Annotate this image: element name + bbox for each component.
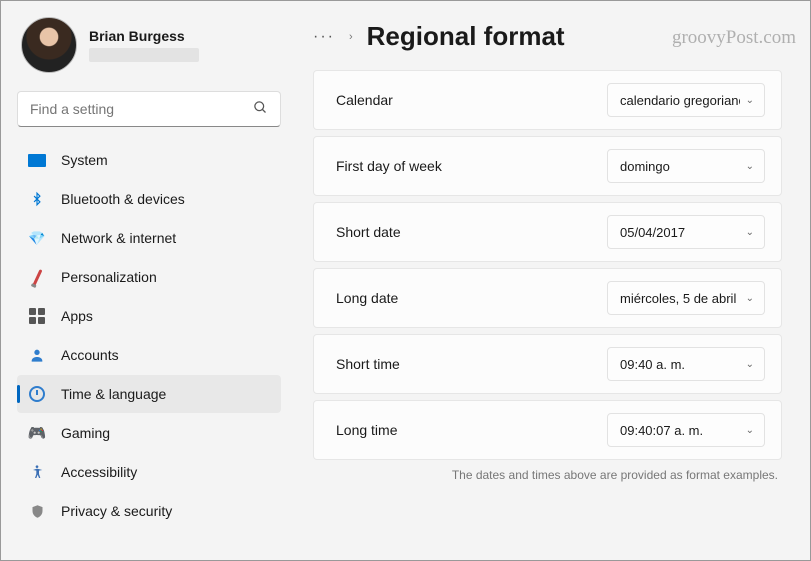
sidebar-item-privacy[interactable]: Privacy & security (17, 492, 281, 530)
setting-label: First day of week (336, 158, 442, 174)
bluetooth-icon (27, 189, 47, 209)
sidebar-item-label: Apps (61, 308, 93, 324)
setting-label: Short time (336, 356, 400, 372)
setting-row-short-date: Short date 05/04/2017 ⌄ (313, 202, 782, 262)
dropdown-value: miércoles, 5 de abril d (620, 291, 740, 306)
profile-email-redacted (89, 48, 199, 62)
sidebar-item-accounts[interactable]: Accounts (17, 336, 281, 374)
sidebar-item-label: System (61, 152, 108, 168)
accessibility-icon (27, 462, 47, 482)
breadcrumb-more-icon[interactable]: ··· (313, 28, 335, 46)
dropdown-value: 05/04/2017 (620, 225, 685, 240)
setting-label: Calendar (336, 92, 393, 108)
footnote-text: The dates and times above are provided a… (313, 468, 782, 482)
setting-label: Long date (336, 290, 398, 306)
long-date-dropdown[interactable]: miércoles, 5 de abril d ⌄ (607, 281, 765, 315)
setting-row-long-time: Long time 09:40:07 a. m. ⌄ (313, 400, 782, 460)
setting-row-short-time: Short time 09:40 a. m. ⌄ (313, 334, 782, 394)
sidebar-item-label: Accessibility (61, 464, 137, 480)
dropdown-value: domingo (620, 159, 670, 174)
system-icon (27, 150, 47, 170)
sidebar-item-label: Personalization (61, 269, 157, 285)
profile-block[interactable]: Brian Burgess (17, 17, 281, 73)
sidebar-item-label: Privacy & security (61, 503, 172, 519)
main-content: groovyPost.com ··· › Regional format Cal… (291, 1, 810, 560)
short-time-dropdown[interactable]: 09:40 a. m. ⌄ (607, 347, 765, 381)
setting-row-first-day: First day of week domingo ⌄ (313, 136, 782, 196)
chevron-down-icon: ⌄ (746, 227, 754, 238)
sidebar-item-gaming[interactable]: 🎮 Gaming (17, 414, 281, 452)
chevron-right-icon: › (349, 31, 353, 43)
sidebar-item-system[interactable]: System (17, 141, 281, 179)
long-time-dropdown[interactable]: 09:40:07 a. m. ⌄ (607, 413, 765, 447)
dropdown-value: 09:40 a. m. (620, 357, 685, 372)
sidebar-item-bluetooth[interactable]: Bluetooth & devices (17, 180, 281, 218)
nav-list: System Bluetooth & devices 💎 Network & i… (17, 141, 281, 530)
dropdown-value: calendario gregoriano (620, 93, 740, 108)
chevron-down-icon: ⌄ (746, 161, 754, 172)
sidebar-item-time-language[interactable]: Time & language (17, 375, 281, 413)
profile-name: Brian Burgess (89, 28, 199, 44)
sidebar-item-label: Accounts (61, 347, 119, 363)
first-day-dropdown[interactable]: domingo ⌄ (607, 149, 765, 183)
brush-icon (27, 267, 47, 287)
sidebar-item-label: Network & internet (61, 230, 176, 246)
chevron-down-icon: ⌄ (746, 293, 754, 304)
sidebar-item-accessibility[interactable]: Accessibility (17, 453, 281, 491)
page-title: Regional format (367, 21, 565, 52)
sidebar-item-personalization[interactable]: Personalization (17, 258, 281, 296)
setting-label: Short date (336, 224, 401, 240)
search-box[interactable] (17, 91, 281, 127)
setting-label: Long time (336, 422, 397, 438)
chevron-down-icon: ⌄ (746, 95, 754, 106)
apps-icon (27, 306, 47, 326)
avatar (21, 17, 77, 73)
search-icon (253, 100, 268, 118)
gamepad-icon: 🎮 (27, 423, 47, 443)
setting-row-long-date: Long date miércoles, 5 de abril d ⌄ (313, 268, 782, 328)
sidebar-item-network[interactable]: 💎 Network & internet (17, 219, 281, 257)
breadcrumb: ··· › Regional format (313, 21, 782, 52)
setting-row-calendar: Calendar calendario gregoriano ⌄ (313, 70, 782, 130)
sidebar-item-apps[interactable]: Apps (17, 297, 281, 335)
calendar-dropdown[interactable]: calendario gregoriano ⌄ (607, 83, 765, 117)
shield-icon (27, 501, 47, 521)
person-icon (27, 345, 47, 365)
sidebar-item-label: Time & language (61, 386, 166, 402)
clock-globe-icon (27, 384, 47, 404)
sidebar-item-label: Bluetooth & devices (61, 191, 185, 207)
sidebar-item-label: Gaming (61, 425, 110, 441)
chevron-down-icon: ⌄ (746, 359, 754, 370)
wifi-icon: 💎 (27, 228, 47, 248)
dropdown-value: 09:40:07 a. m. (620, 423, 703, 438)
settings-list: Calendar calendario gregoriano ⌄ First d… (313, 70, 782, 460)
chevron-down-icon: ⌄ (746, 425, 754, 436)
search-input[interactable] (30, 101, 253, 117)
short-date-dropdown[interactable]: 05/04/2017 ⌄ (607, 215, 765, 249)
sidebar: Brian Burgess System Bluetooth & devices (1, 1, 291, 560)
